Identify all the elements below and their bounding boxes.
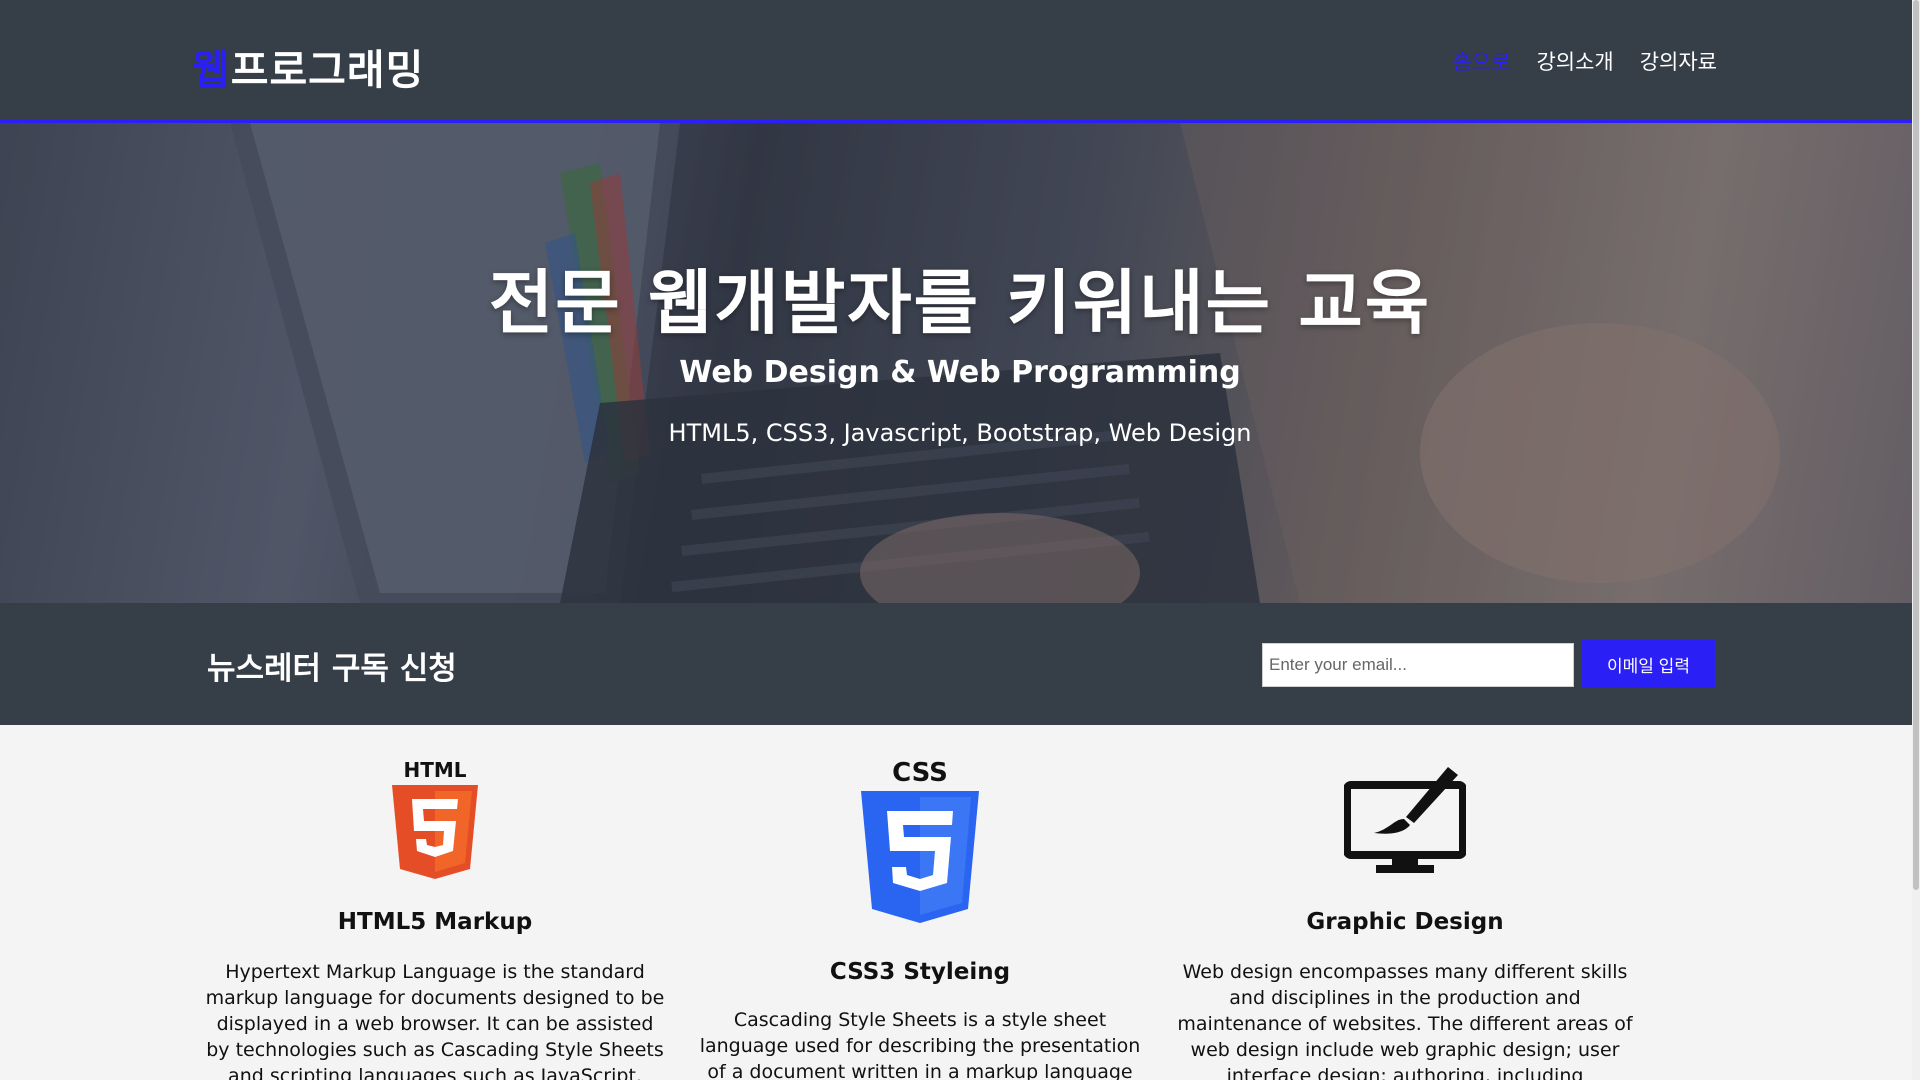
features-section: HTML HTML5 Markup Hypertext Markup Langu… xyxy=(0,725,1920,1080)
feature-description: Hypertext Markup Language is the standar… xyxy=(205,961,665,1080)
newsletter-title: 뉴스레터 구독 신청 xyxy=(207,651,457,687)
feature-title: HTML5 Markup xyxy=(337,909,533,935)
feature-description: Web design encompasses many different sk… xyxy=(1177,961,1633,1080)
monitor-brush-icon xyxy=(1170,765,1640,883)
logo-text: 프로그래밍 xyxy=(230,46,425,94)
feature-description: Cascading Style Sheets is a style sheet … xyxy=(699,1009,1141,1080)
nav-link-courses[interactable]: 강의소개 xyxy=(1536,46,1613,76)
html5-icon-label: HTML xyxy=(403,758,466,782)
css3-icon: CSS xyxy=(685,757,1155,933)
nav-link-materials[interactable]: 강의자료 xyxy=(1640,46,1717,76)
newsletter-bar: 뉴스레터 구독 신청 이메일 입력 xyxy=(0,603,1920,725)
hero-banner: 전문 웹개발자를 키워내는 교육 Web Design & Web Progra… xyxy=(0,123,1920,603)
site-logo[interactable]: 웹프로그래밍 xyxy=(192,36,424,96)
site-header: 웹프로그래밍 홈으로 강의소개 강의자료 xyxy=(0,0,1920,123)
main-nav: 홈으로 강의소개 강의자료 xyxy=(1452,46,1717,76)
html5-icon: HTML xyxy=(200,757,670,883)
hero-title: 전문 웹개발자를 키워내는 교육 xyxy=(488,262,1432,344)
css3-icon-label: CSS xyxy=(892,758,948,788)
hero-subtitle: Web Design & Web Programming xyxy=(679,355,1241,390)
nav-link-home[interactable]: 홈으로 xyxy=(1452,46,1510,76)
hero-tags: HTML5, CSS3, Javascript, Bootstrap, Web … xyxy=(668,419,1252,447)
page-scrollbar[interactable] xyxy=(1912,0,1920,1080)
logo-accent: 웹 xyxy=(192,46,231,94)
email-input[interactable] xyxy=(1262,643,1574,687)
email-submit-button[interactable]: 이메일 입력 xyxy=(1582,640,1715,688)
feature-title: Graphic Design xyxy=(1306,909,1504,935)
feature-title: CSS3 Styleing xyxy=(829,959,1011,985)
scrollbar-thumb[interactable] xyxy=(1913,0,1919,890)
